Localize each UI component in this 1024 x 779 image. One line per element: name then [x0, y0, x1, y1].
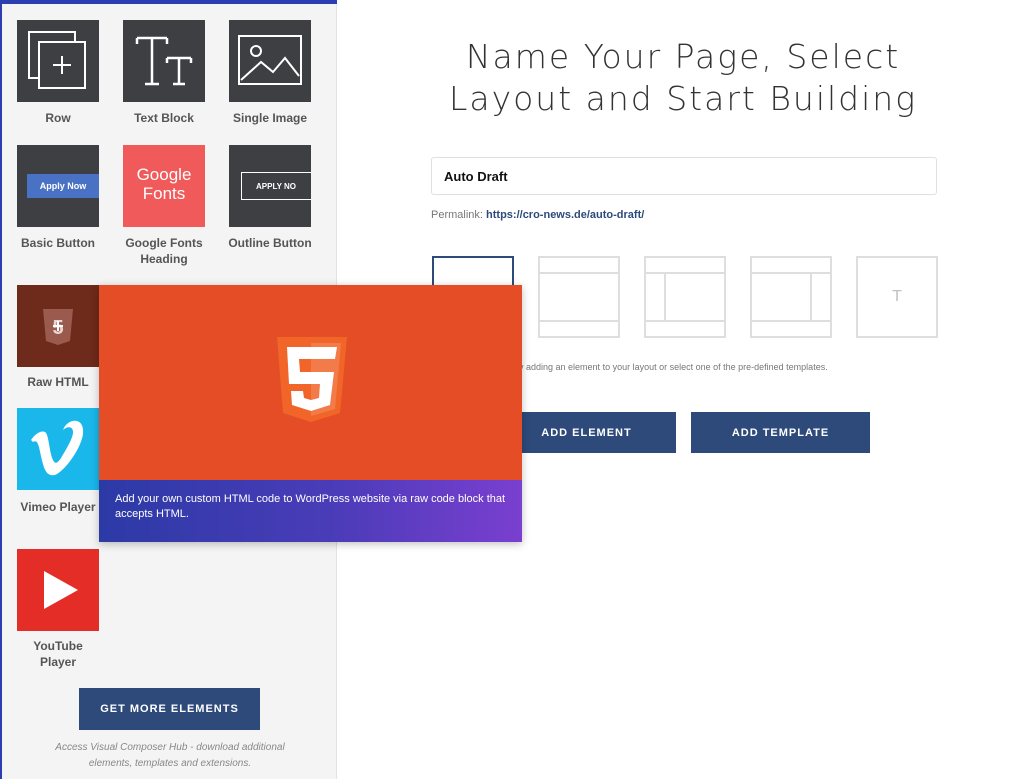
google-fonts-preview-line-1: Google — [136, 165, 192, 184]
tooltip-description: Add your own custom HTML code to WordPre… — [99, 480, 522, 542]
element-tile-basic-button[interactable]: Apply Now — [17, 145, 99, 227]
layout-line — [664, 272, 666, 322]
start-hint: by adding an element to your layout or s… — [514, 362, 828, 372]
get-more-elements-button[interactable]: GET MORE ELEMENTS — [79, 688, 260, 730]
element-tile-raw-html[interactable]: 5 — [17, 285, 99, 367]
page-name-input[interactable] — [431, 157, 937, 195]
element-tile-row[interactable] — [17, 20, 99, 102]
element-tile-google-fonts-heading[interactable]: Google Fonts — [123, 145, 205, 227]
hub-note: Access Visual Composer Hub - download ad… — [55, 742, 285, 769]
basic-button-preview: Apply Now — [27, 174, 99, 198]
layout-option-theme-default[interactable]: T — [856, 256, 938, 338]
sidebar-top-accent — [2, 0, 337, 4]
layout-option-right-sidebar[interactable] — [750, 256, 832, 338]
layout-line — [540, 272, 618, 274]
element-label-youtube-player: YouTube Player — [33, 639, 83, 669]
element-label-basic-button: Basic Button — [20, 236, 95, 250]
element-label-raw-html: Raw HTML — [27, 375, 89, 389]
element-tile-vimeo-player[interactable] — [17, 408, 99, 490]
image-icon — [238, 35, 302, 85]
add-template-button[interactable]: ADD TEMPLATE — [691, 412, 870, 453]
element-preview-tooltip: Add your own custom HTML code to WordPre… — [99, 285, 522, 542]
element-label-google-fonts-heading: Google Fonts Heading — [125, 236, 203, 266]
permalink-link[interactable]: https://cro-news.de/auto-draft/ — [486, 209, 644, 221]
element-label-single-image: Single Image — [232, 111, 308, 125]
layout-line — [810, 272, 812, 322]
layout-option-left-sidebar[interactable] — [644, 256, 726, 338]
html5-logo-icon — [277, 337, 347, 422]
page-title: Name Your Page, Select Layout and Start … — [448, 37, 918, 118]
element-tile-single-image[interactable] — [229, 20, 311, 102]
element-label-vimeo-player: Vimeo Player — [20, 500, 96, 514]
element-label-outline-button: Outline Button — [228, 236, 312, 250]
layout-line — [646, 320, 724, 322]
permalink: Permalink: https://cro-news.de/auto-draf… — [431, 209, 644, 221]
layout-line — [752, 272, 830, 274]
google-fonts-preview-line-2: Fonts — [142, 184, 186, 203]
google-fonts-preview: Google Fonts — [123, 165, 205, 203]
row-icon — [28, 31, 86, 89]
play-icon — [44, 571, 78, 609]
outline-button-preview: APPLY NO — [241, 172, 311, 200]
element-tile-youtube-player[interactable] — [17, 549, 99, 631]
raw-html-preview-image — [99, 285, 522, 480]
element-tile-outline-button[interactable]: APPLY NO — [229, 145, 311, 227]
element-label-row: Row — [45, 111, 71, 125]
add-element-button[interactable]: ADD ELEMENT — [497, 412, 676, 453]
layout-line — [540, 320, 618, 322]
vimeo-icon — [31, 420, 84, 476]
element-tile-text-block[interactable] — [123, 20, 205, 102]
permalink-label: Permalink: — [431, 209, 483, 221]
element-label-text-block: Text Block — [134, 111, 194, 125]
layout-line — [752, 320, 830, 322]
layout-line — [646, 272, 724, 274]
html5-small-icon: 5 — [43, 309, 73, 345]
layout-option-header-footer[interactable] — [538, 256, 620, 338]
text-block-icon — [135, 36, 193, 86]
